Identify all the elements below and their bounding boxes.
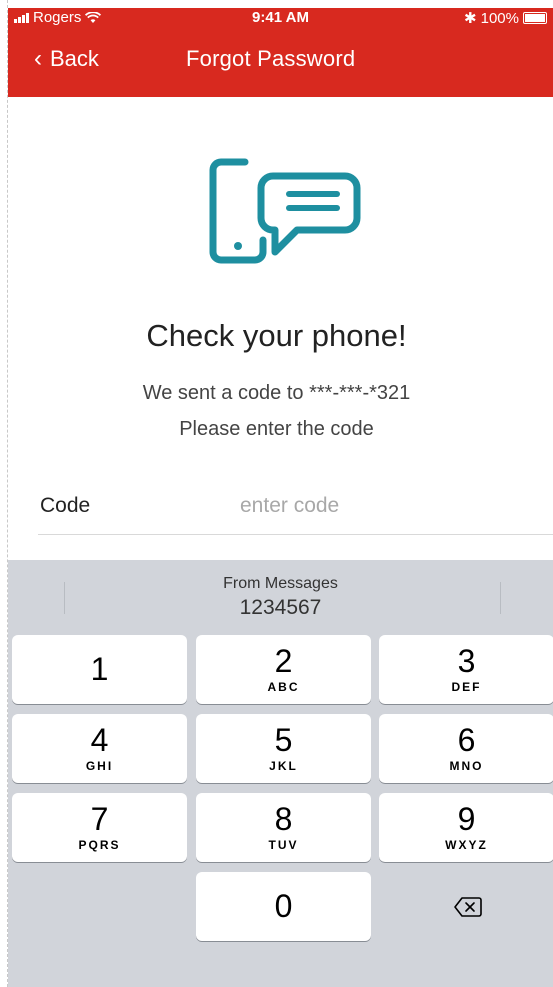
key-digit: 0 xyxy=(274,888,293,924)
page-title: Forgot Password xyxy=(186,46,356,71)
battery-percent: 100% xyxy=(480,9,519,27)
key-6[interactable]: 6 MNO xyxy=(379,714,553,783)
key-letters: WXYZ xyxy=(445,838,488,852)
key-digit: 1 xyxy=(90,651,109,687)
key-2[interactable]: 2 ABC xyxy=(196,635,371,704)
top-bar: Rogers 9:41 AM ✱ 100% ‹ Back Forgot Pass… xyxy=(8,8,553,97)
key-3[interactable]: 3 DEF xyxy=(379,635,553,704)
chevron-left-icon: ‹ xyxy=(34,45,42,72)
key-letters: DEF xyxy=(451,680,482,694)
suggestion-code: 1234567 xyxy=(239,596,322,619)
battery-area: ✱ 100% xyxy=(464,9,547,27)
key-digit: 3 xyxy=(457,643,476,679)
key-digit: 8 xyxy=(274,801,293,837)
key-4[interactable]: 4 GHI xyxy=(12,714,187,783)
key-digit: 9 xyxy=(457,801,476,837)
numeric-keyboard: From Messages 1234567 1 2 ABC 3 DEF 4 GH… xyxy=(8,560,553,987)
backspace-icon xyxy=(454,897,482,917)
key-7[interactable]: 7 PQRS xyxy=(12,793,187,862)
phone-message-icon xyxy=(209,158,361,264)
battery-icon xyxy=(523,12,547,24)
back-button[interactable]: ‹ Back xyxy=(34,46,99,72)
key-letters: MNO xyxy=(449,759,484,773)
key-digit: 4 xyxy=(90,722,109,758)
code-label: Code xyxy=(40,494,91,517)
key-5[interactable]: 5 JKL xyxy=(196,714,371,783)
key-0[interactable]: 0 xyxy=(196,872,371,941)
headline: Check your phone! xyxy=(146,318,407,353)
key-digit: 5 xyxy=(274,722,293,758)
key-letters: JKL xyxy=(269,759,298,773)
key-digit: 7 xyxy=(90,801,109,837)
key-letters: GHI xyxy=(85,759,114,773)
instruction-text: Please enter the code xyxy=(179,418,374,440)
code-input[interactable] xyxy=(238,490,502,522)
suggestion-source: From Messages xyxy=(223,575,338,592)
screen: Rogers 9:41 AM ✱ 100% ‹ Back Forgot Pass… xyxy=(0,0,553,987)
key-digit: 6 xyxy=(457,722,476,758)
back-label: Back xyxy=(50,46,99,71)
navigation-bar: ‹ Back Forgot Password xyxy=(8,38,553,82)
key-letters: PQRS xyxy=(78,838,121,852)
key-letters: ABC xyxy=(267,680,300,694)
left-edge-divider xyxy=(0,0,8,987)
key-1[interactable]: 1 xyxy=(12,635,187,704)
sent-code-message: We sent a code to ***-***-*321 xyxy=(142,382,411,404)
key-letters: TUV xyxy=(268,838,299,852)
autofill-suggestion[interactable]: From Messages 1234567 xyxy=(8,560,553,626)
key-digit: 2 xyxy=(274,643,293,679)
delete-key[interactable] xyxy=(379,872,553,941)
bluetooth-icon: ✱ xyxy=(464,10,477,27)
code-field-row: Code xyxy=(38,476,553,535)
status-bar: Rogers 9:41 AM ✱ 100% xyxy=(8,8,553,30)
key-8[interactable]: 8 TUV xyxy=(196,793,371,862)
key-9[interactable]: 9 WXYZ xyxy=(379,793,553,862)
